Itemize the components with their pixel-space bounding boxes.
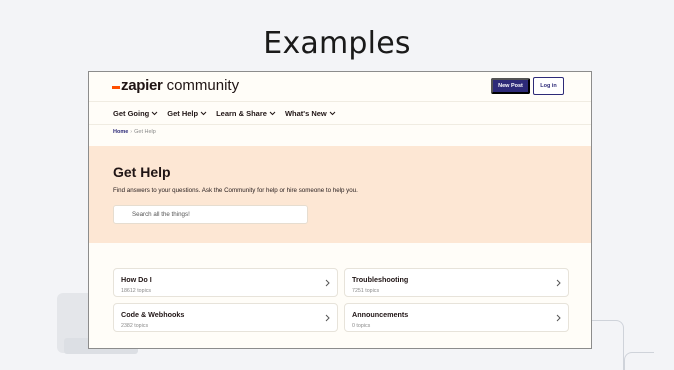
- category-card-troubleshooting[interactable]: Troubleshooting 7251 topics: [344, 268, 569, 297]
- category-grid: How Do I 18612 topics Troubleshooting 72…: [113, 268, 569, 332]
- category-card-code-webhooks[interactable]: Code & Webhooks 2382 topics: [113, 303, 338, 332]
- search-icon: [120, 211, 126, 217]
- category-topic-count: 0 topics: [352, 323, 371, 329]
- category-topic-count: 7251 topics: [352, 288, 380, 294]
- logo-dash-icon: [112, 86, 120, 89]
- login-button[interactable]: Log in: [533, 77, 564, 95]
- nav-item-whats-new[interactable]: What's New: [285, 109, 336, 118]
- hero-section: Get Help Find answers to your questions.…: [89, 146, 591, 243]
- category-title: Troubleshooting: [352, 275, 409, 284]
- new-post-button[interactable]: New Post: [491, 78, 530, 94]
- zapier-community-logo[interactable]: zapier community: [112, 77, 239, 95]
- category-card-how-do-i[interactable]: How Do I 18612 topics: [113, 268, 338, 297]
- chevron-right-icon: [325, 314, 330, 322]
- nav-item-learn-share[interactable]: Learn & Share: [216, 109, 276, 118]
- category-title: Announcements: [352, 310, 409, 319]
- category-topic-count: 2382 topics: [121, 323, 149, 329]
- breadcrumb: Home › Get Help: [113, 129, 156, 135]
- category-topic-count: 18612 topics: [121, 288, 152, 294]
- nav-item-label: Get Help: [167, 108, 199, 118]
- chevron-right-icon: [556, 314, 561, 322]
- category-title: How Do I: [121, 275, 152, 284]
- logo-community-text: community: [166, 77, 240, 94]
- nav-item-label: Get Going: [113, 108, 150, 118]
- decorative-line: [624, 352, 654, 370]
- header: zapier community New Post Log in: [89, 72, 591, 102]
- page-description: Find answers to your questions. Ask the …: [113, 187, 358, 194]
- chevron-right-icon: [556, 279, 561, 287]
- chevron-right-icon: [325, 279, 330, 287]
- search-input[interactable]: [132, 211, 302, 218]
- category-title: Code & Webhooks: [121, 310, 185, 319]
- breadcrumb-separator: ›: [130, 129, 133, 135]
- page-title: Get Help: [113, 164, 171, 180]
- nav-item-get-going[interactable]: Get Going: [113, 109, 158, 118]
- search-box[interactable]: [113, 205, 308, 224]
- chevron-down-icon: [200, 111, 207, 115]
- community-screenshot: zapier community New Post Log in Get Goi…: [88, 71, 592, 349]
- chevron-down-icon: [329, 111, 336, 115]
- nav-item-label: Learn & Share: [216, 108, 267, 118]
- nav-item-get-help[interactable]: Get Help: [167, 109, 207, 118]
- slide-title: Examples: [263, 26, 411, 61]
- breadcrumb-current: Get Help: [134, 129, 156, 135]
- category-card-announcements[interactable]: Announcements 0 topics: [344, 303, 569, 332]
- main-nav: Get Going Get Help Learn & Share What's …: [89, 102, 591, 125]
- chevron-down-icon: [269, 111, 276, 115]
- breadcrumb-home-link[interactable]: Home: [113, 129, 128, 135]
- chevron-down-icon: [151, 111, 158, 115]
- nav-item-label: What's New: [284, 108, 327, 118]
- logo-zapier-text: zapier: [121, 77, 163, 94]
